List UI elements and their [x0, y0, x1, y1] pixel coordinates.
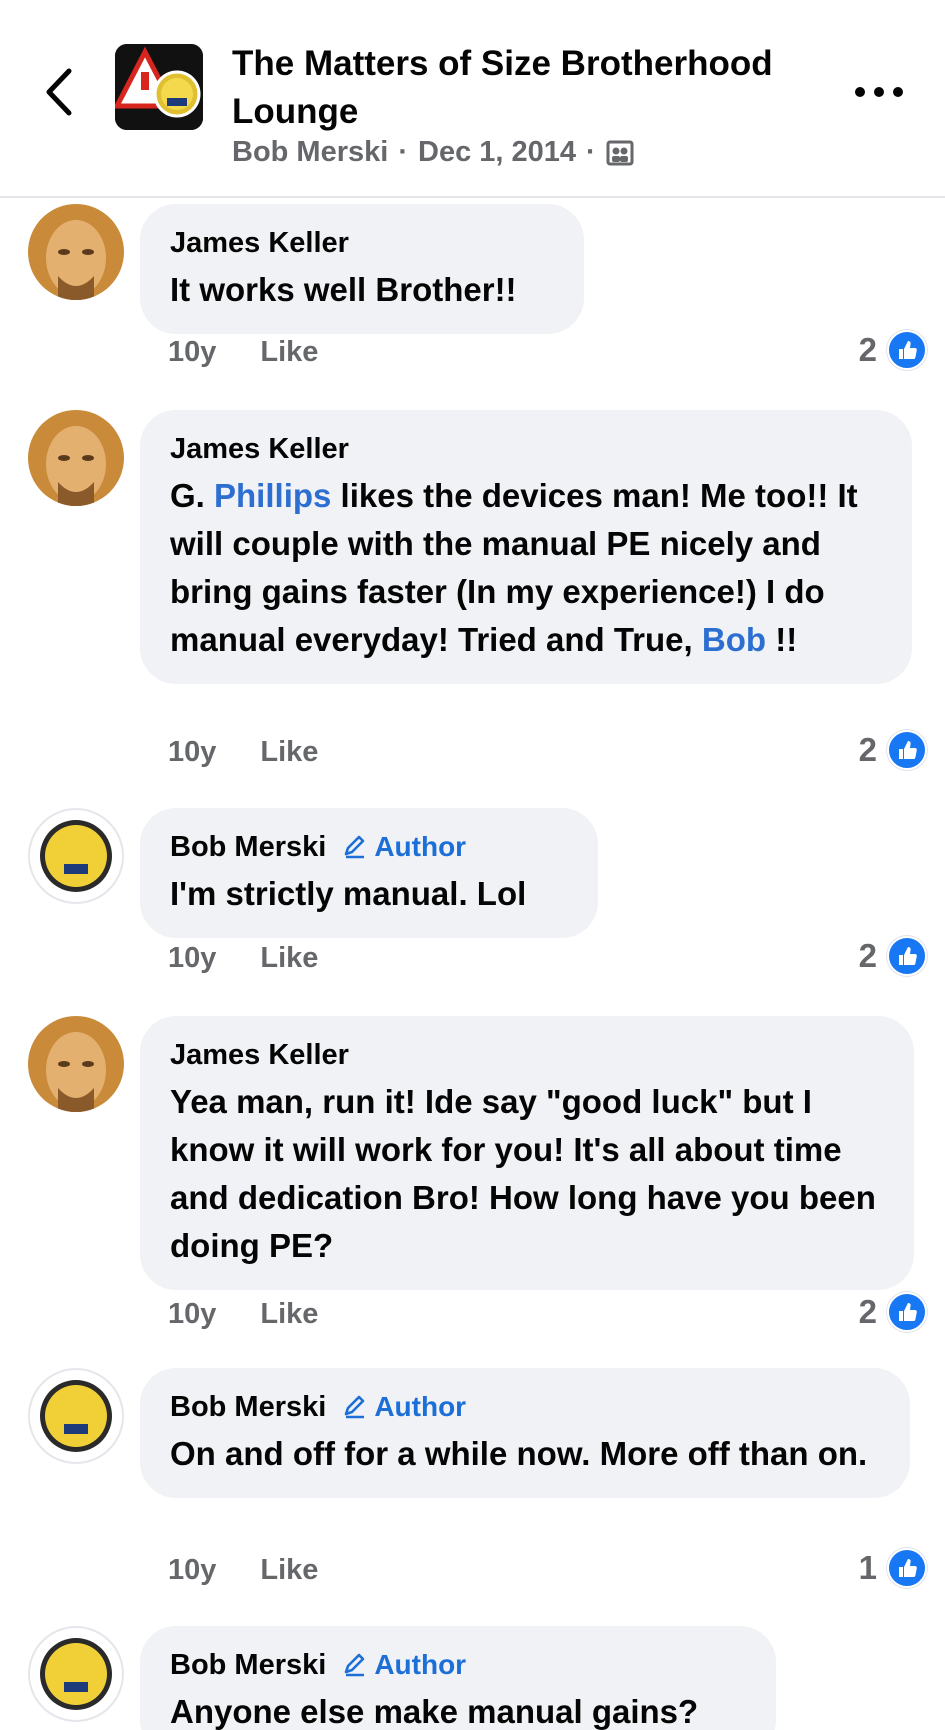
author-badge: Author: [342, 1391, 466, 1423]
comment-actions: 10y Like: [168, 1554, 318, 1587]
comment-author[interactable]: Bob Merski: [170, 1388, 326, 1426]
group-audience-icon: [606, 140, 634, 165]
reaction-number: 2: [858, 731, 877, 768]
thumbs-up-icon: [887, 936, 927, 976]
pencil-icon: [345, 835, 365, 859]
avatar[interactable]: [28, 410, 124, 506]
comment-text: On and off for a while now. More off tha…: [170, 1435, 868, 1472]
comment-age[interactable]: 10y: [168, 1298, 216, 1331]
comment-bubble[interactable]: James Keller It works well Brother!!: [140, 204, 584, 334]
post-author[interactable]: Bob Merski: [232, 136, 388, 169]
reaction-number: 1: [858, 1549, 877, 1586]
pencil-icon: [345, 1395, 365, 1419]
comment-author[interactable]: Bob Merski: [170, 828, 326, 866]
avatar[interactable]: [28, 204, 124, 300]
comment-age[interactable]: 10y: [168, 1554, 216, 1587]
avatar[interactable]: [28, 1626, 124, 1722]
thumbs-up-icon: [887, 730, 927, 770]
comment-bubble[interactable]: James Keller G. Phillips likes the devic…: [140, 410, 912, 684]
reaction-count[interactable]: 1: [859, 1548, 927, 1588]
like-button[interactable]: Like: [260, 1554, 318, 1587]
like-button[interactable]: Like: [260, 1298, 318, 1331]
comment-age[interactable]: 10y: [168, 942, 216, 975]
comment-text: It works well Brother!!: [170, 271, 517, 308]
comment-text: Anyone else make manual gains?: [170, 1693, 699, 1730]
like-button[interactable]: Like: [260, 736, 318, 769]
more-options-button[interactable]: [849, 72, 909, 112]
comment-author[interactable]: James Keller: [170, 430, 349, 468]
comment-bubble[interactable]: Bob Merski Author Anyone else make manua…: [140, 1626, 776, 1730]
comment-author[interactable]: James Keller: [170, 224, 349, 262]
reaction-count[interactable]: 2: [859, 936, 927, 976]
comment-bubble[interactable]: James Keller Yea man, run it! Ide say "g…: [140, 1016, 914, 1290]
thumbs-up-icon: [887, 1292, 927, 1332]
thumbs-up-icon: [887, 1548, 927, 1588]
like-button[interactable]: Like: [260, 942, 318, 975]
reaction-count[interactable]: 2: [859, 730, 927, 770]
comment-bubble[interactable]: Bob Merski Author I'm strictly manual. L…: [140, 808, 598, 938]
meta-separator: ·: [398, 136, 408, 168]
thumbs-up-icon: [887, 330, 927, 370]
comment-actions: 10y Like: [168, 1298, 318, 1331]
comment-actions: 10y Like: [168, 942, 318, 975]
comment-actions: 10y Like: [168, 736, 318, 769]
comment-text: Yea man, run it! Ide say "good luck" but…: [170, 1083, 876, 1264]
like-button[interactable]: Like: [260, 336, 318, 369]
meta-separator: ·: [586, 136, 596, 168]
comment-age[interactable]: 10y: [168, 336, 216, 369]
back-button[interactable]: [36, 62, 80, 122]
back-chevron-icon: [46, 68, 72, 116]
pencil-icon: [345, 1653, 365, 1677]
comments-page: The Matters of Size Brotherhood Lounge B…: [0, 0, 945, 1730]
group-title[interactable]: The Matters of Size Brotherhood Lounge: [232, 40, 832, 136]
group-logo[interactable]: [115, 44, 203, 130]
avatar[interactable]: [28, 1368, 124, 1464]
reaction-count[interactable]: 2: [859, 330, 927, 370]
more-options-icon: [855, 87, 903, 97]
comment-bubble[interactable]: Bob Merski Author On and off for a while…: [140, 1368, 910, 1498]
comment-age[interactable]: 10y: [168, 736, 216, 769]
reaction-number: 2: [858, 937, 877, 974]
mention-link[interactable]: Phillips: [214, 477, 331, 514]
comment-author[interactable]: James Keller: [170, 1036, 349, 1074]
comment-author[interactable]: Bob Merski: [170, 1646, 326, 1684]
reaction-number: 2: [858, 1293, 877, 1330]
avatar[interactable]: [28, 1016, 124, 1112]
post-date[interactable]: Dec 1, 2014: [418, 136, 576, 169]
reaction-count[interactable]: 2: [859, 1292, 927, 1332]
post-header: The Matters of Size Brotherhood Lounge B…: [0, 0, 945, 198]
comment-text: G. Phillips likes the devices man! Me to…: [170, 477, 858, 658]
reaction-number: 2: [858, 331, 877, 368]
mention-link[interactable]: Bob: [702, 621, 766, 658]
comment-text: I'm strictly manual. Lol: [170, 875, 527, 912]
author-badge: Author: [342, 831, 466, 863]
post-meta: Bob Merski · Dec 1, 2014 ·: [232, 136, 634, 169]
avatar[interactable]: [28, 808, 124, 904]
author-badge: Author: [342, 1649, 466, 1681]
comment-actions: 10y Like: [168, 336, 318, 369]
